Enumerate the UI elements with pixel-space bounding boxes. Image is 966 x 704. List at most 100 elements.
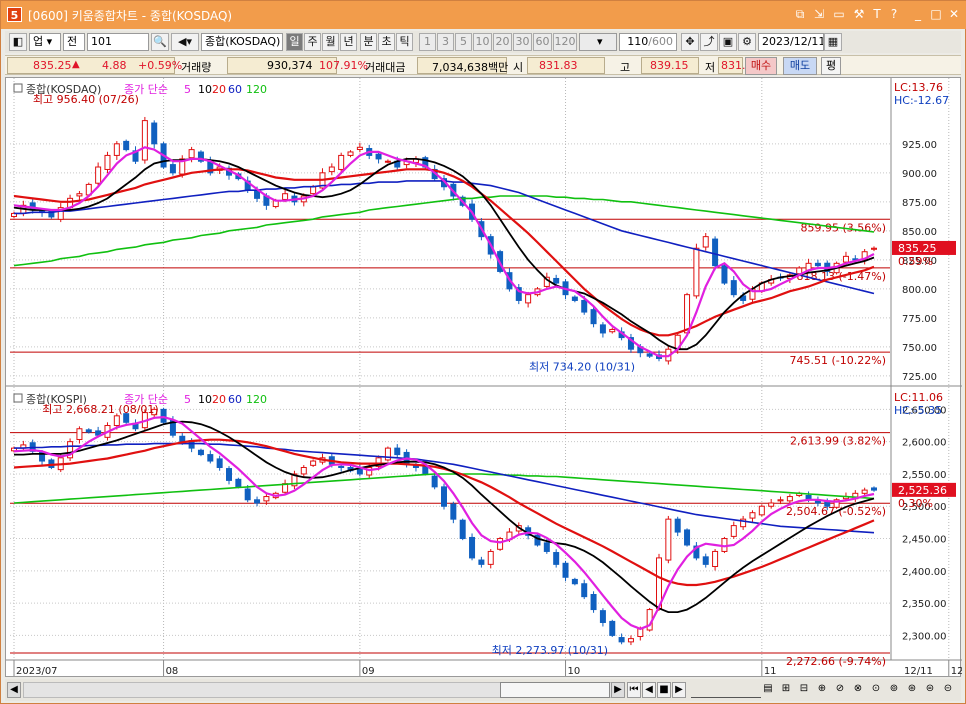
calendar-icon[interactable]: ▦ bbox=[824, 33, 842, 51]
window-icon[interactable]: ▭ bbox=[832, 6, 846, 22]
zoom-slider[interactable] bbox=[691, 682, 761, 698]
count-input[interactable]: 110/600 bbox=[619, 33, 677, 51]
next-icon[interactable]: ▶ bbox=[672, 682, 686, 698]
candle-body bbox=[310, 186, 317, 195]
candle-body bbox=[730, 280, 737, 296]
stop-icon[interactable]: ■ bbox=[657, 682, 671, 698]
scroll-left-icon[interactable]: ◀ bbox=[7, 682, 21, 698]
period-second-button[interactable]: 초 bbox=[378, 33, 395, 51]
candle-body bbox=[609, 620, 616, 636]
tool-icon-4[interactable]: ⊕ bbox=[815, 682, 829, 698]
interval-10-button[interactable]: 10 bbox=[473, 33, 492, 51]
panel-collapse-icon bbox=[13, 393, 23, 403]
scope-select[interactable]: 전 bbox=[63, 33, 85, 51]
candle-body bbox=[674, 518, 681, 533]
candle-body bbox=[384, 447, 391, 461]
tool-icon-11[interactable]: ⊝ bbox=[941, 682, 955, 698]
candle-body bbox=[814, 262, 821, 267]
candle-body bbox=[244, 488, 251, 501]
tool-icon-8[interactable]: ⊚ bbox=[887, 682, 901, 698]
tool-icon-7[interactable]: ⊙ bbox=[869, 682, 883, 698]
change-pct: +0.59% bbox=[138, 59, 183, 72]
candle-body bbox=[842, 255, 849, 263]
ma-period-label: 120 bbox=[246, 393, 267, 406]
interval-5-button[interactable]: 5 bbox=[455, 33, 472, 51]
candle-body bbox=[599, 324, 606, 334]
toolbar: ◧ 업 ▾ 전 101 🔍 ◀▾ 종합(KOSDAQ) 일 주 월 년 분 초 … bbox=[5, 31, 961, 53]
scroll-right-icon[interactable]: ▶ bbox=[611, 682, 625, 698]
chart-canvas[interactable]: 2023/07 08 09 10 11 12 12/11 925.00 900.00 875.00… bbox=[6, 78, 962, 678]
settings-icon[interactable]: ⚒ bbox=[852, 6, 866, 22]
period-month-button[interactable]: 월 bbox=[322, 33, 339, 51]
period-tick-button[interactable]: 틱 bbox=[396, 33, 413, 51]
share-icon[interactable]: ⇲ bbox=[812, 6, 826, 22]
candle-body bbox=[618, 637, 625, 643]
code-input[interactable]: 101 bbox=[87, 33, 149, 51]
save-icon[interactable]: ▣ bbox=[719, 33, 737, 51]
interval-1-button[interactable]: 1 bbox=[419, 33, 436, 51]
code-input-value: 101 bbox=[91, 35, 112, 48]
candle-body bbox=[871, 487, 877, 491]
date-input[interactable]: 2023/12/11 bbox=[758, 33, 824, 51]
candle-body bbox=[207, 454, 214, 462]
candle-body bbox=[543, 542, 550, 552]
font-icon[interactable]: T bbox=[870, 6, 884, 22]
candle-body bbox=[375, 153, 382, 160]
candle-body bbox=[469, 536, 476, 559]
maximize-icon[interactable]: □ bbox=[929, 6, 943, 22]
period-week-button[interactable]: 주 bbox=[304, 33, 321, 51]
tool-icon-6[interactable]: ⊗ bbox=[851, 682, 865, 698]
y-tick-label: 2,550.00 bbox=[902, 470, 947, 481]
interval-60-button[interactable]: 60 bbox=[533, 33, 552, 51]
layout-icon[interactable]: ◧ bbox=[9, 33, 27, 51]
period-year-button[interactable]: 년 bbox=[340, 33, 357, 51]
scroll-thumb[interactable] bbox=[500, 682, 610, 698]
candle-body bbox=[282, 193, 289, 200]
support-line-label: 745.51 (-10.22%) bbox=[790, 354, 886, 367]
period-minute-button[interactable]: 분 bbox=[360, 33, 377, 51]
candle-body bbox=[179, 435, 186, 443]
gear-icon[interactable]: ⚙ bbox=[738, 33, 756, 51]
prev-icon[interactable]: ◀ bbox=[642, 682, 656, 698]
min-label: 최저 734.20 (10/31) bbox=[529, 360, 635, 373]
minimize-icon[interactable]: _ bbox=[911, 6, 925, 22]
candle-body bbox=[113, 415, 120, 427]
tool-icon-10[interactable]: ⊜ bbox=[923, 682, 937, 698]
tool-icon-3[interactable]: ⊟ bbox=[797, 682, 811, 698]
interval-20-button[interactable]: 20 bbox=[493, 33, 512, 51]
sell-button[interactable]: 매도 bbox=[783, 57, 817, 75]
candle-body bbox=[422, 465, 429, 475]
crosshair-icon[interactable]: ✥ bbox=[681, 33, 699, 51]
candle-body bbox=[730, 525, 737, 537]
candle-body bbox=[151, 122, 158, 145]
market-select-value: 업 bbox=[33, 35, 44, 48]
price-value: 835.25 bbox=[33, 59, 72, 72]
tool-icon-5[interactable]: ⊘ bbox=[833, 682, 847, 698]
buy-button[interactable]: 매수 bbox=[745, 57, 777, 75]
interval-3-button[interactable]: 3 bbox=[437, 33, 454, 51]
first-icon[interactable]: ⏮ bbox=[627, 682, 641, 698]
interval-custom-select[interactable]: ▾ bbox=[579, 33, 617, 51]
link-icon[interactable]: ⧉ bbox=[793, 6, 807, 22]
title-bar[interactable]: 5 [0600] 키움종합차트 - 종합(KOSDAQ) ⧉ ⇲ ▭ ⚒ T ?… bbox=[1, 1, 966, 29]
tool-icon-1[interactable]: ▤ bbox=[761, 682, 775, 698]
draw-line-icon[interactable]: ⤴ bbox=[700, 33, 718, 51]
close-icon[interactable]: ✕ bbox=[947, 6, 961, 22]
period-day-button[interactable]: 일 bbox=[286, 33, 303, 51]
market-select[interactable]: 업 ▾ bbox=[29, 33, 61, 51]
candle-body bbox=[684, 294, 691, 334]
interval-120-button[interactable]: 120 bbox=[553, 33, 577, 51]
help-icon[interactable]: ? bbox=[887, 6, 901, 22]
y-tick-label: 2,400.00 bbox=[902, 567, 947, 578]
speaker-icon[interactable]: ◀▾ bbox=[171, 33, 199, 51]
candle-body bbox=[871, 247, 877, 250]
chart-area[interactable]: 2023/07 08 09 10 11 12 12/11 925.00 900.00 875.00… bbox=[5, 77, 962, 678]
tool-icon-9[interactable]: ⊛ bbox=[905, 682, 919, 698]
search-icon[interactable]: 🔍 bbox=[151, 33, 169, 51]
interval-30-button[interactable]: 30 bbox=[513, 33, 532, 51]
tool-icon-2[interactable]: ⊞ bbox=[779, 682, 793, 698]
x-tick-label: 12 bbox=[951, 666, 962, 677]
candle-body bbox=[571, 578, 578, 585]
eval-button[interactable]: 평 bbox=[821, 57, 841, 75]
candle-body bbox=[684, 529, 691, 546]
